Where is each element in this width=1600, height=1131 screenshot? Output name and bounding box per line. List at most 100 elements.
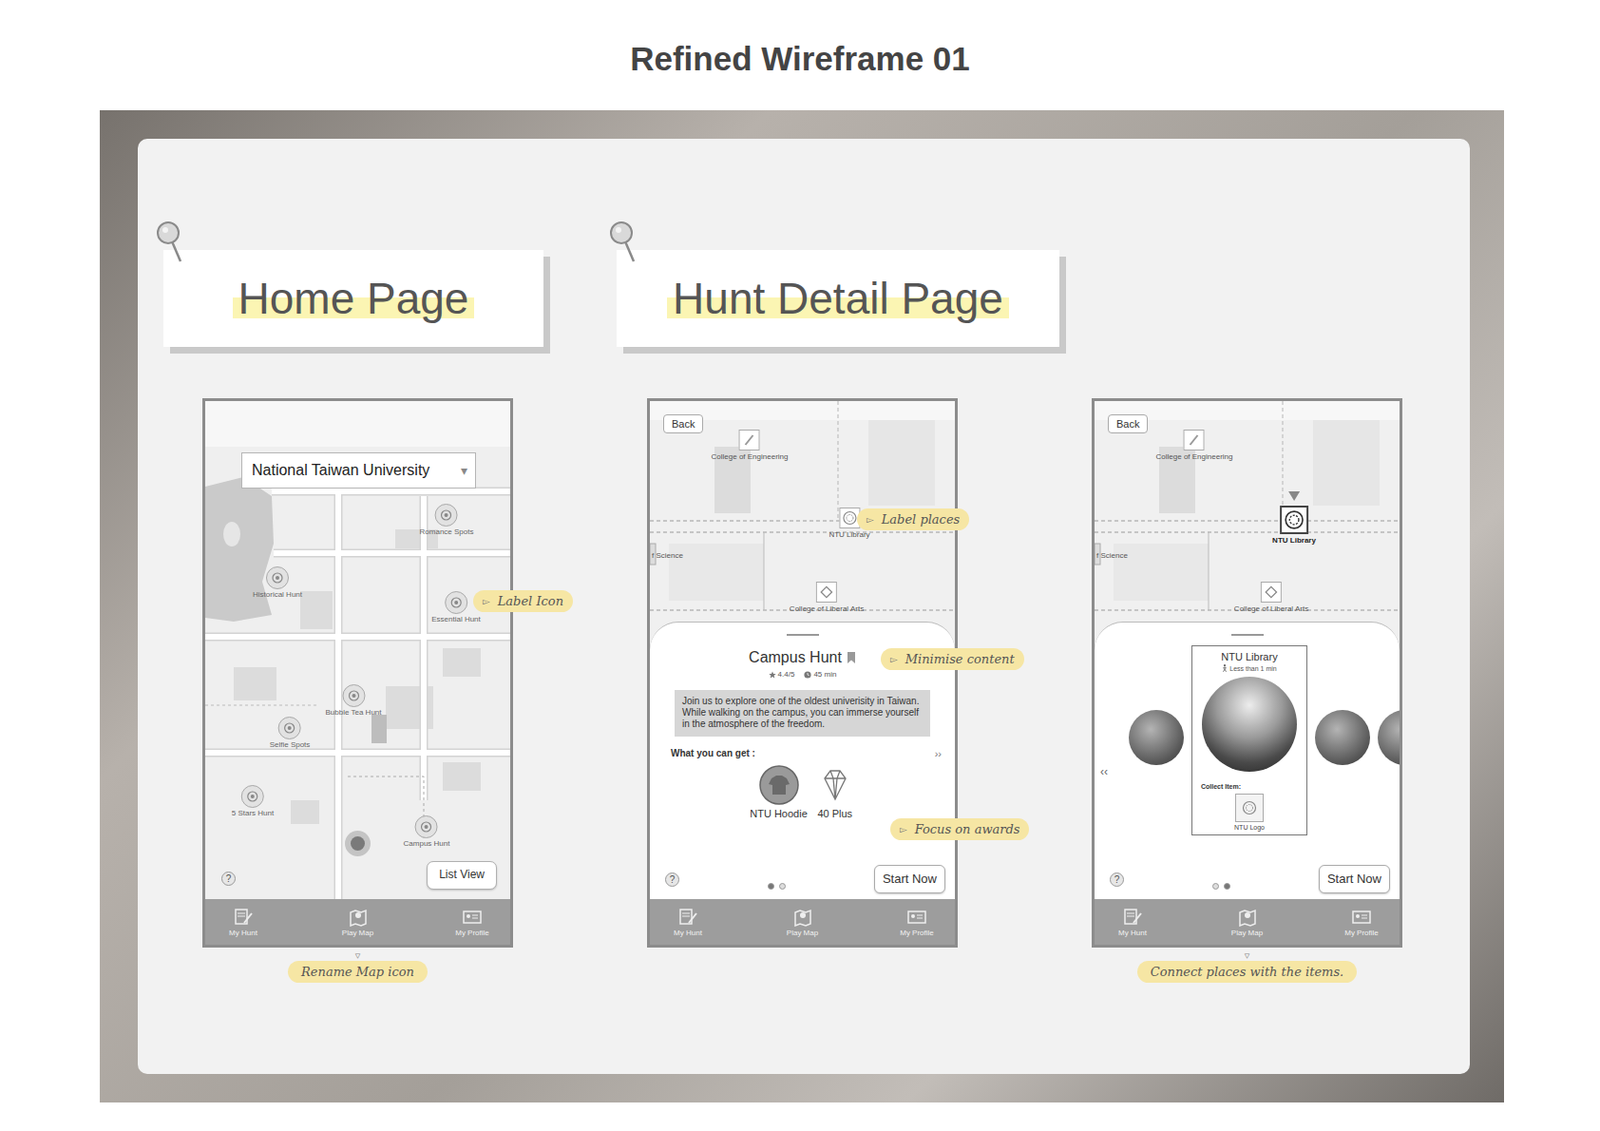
page-dot[interactable] [1212, 882, 1220, 890]
hunt-pin-icon [246, 789, 260, 803]
place-icon-box [816, 581, 838, 603]
user-location-dot [344, 830, 371, 857]
hunt-list-icon [677, 907, 699, 927]
sheet-handle[interactable] [786, 633, 820, 636]
pin-label: Campus Hunt [403, 838, 451, 848]
place-label: f Science [651, 551, 684, 560]
place-photo [1201, 676, 1297, 772]
hunt-pin[interactable]: Historical Hunt [252, 566, 303, 599]
page-dot[interactable] [1223, 882, 1231, 890]
tab-label: Play Map [786, 928, 819, 937]
tab-label: My Profile [1344, 928, 1379, 937]
map-icon [1237, 907, 1258, 927]
tab-item[interactable]: Play Map [329, 907, 387, 937]
location-dropdown[interactable]: National Taiwan University▾ [241, 452, 477, 489]
help-button[interactable]: ? [665, 872, 680, 887]
pin-label: Selfie Spots [269, 740, 311, 749]
tab-item[interactable]: My Hunt [214, 907, 272, 937]
page-dots [767, 869, 786, 890]
reward-label: NTU Hoodie [749, 807, 808, 820]
help-button[interactable]: ? [1109, 872, 1124, 887]
tab-label: My Profile [899, 928, 934, 937]
photo-background: Home PageHunt Detail Page National Taiwan… [99, 110, 1505, 1103]
list-view-button[interactable]: List View [426, 860, 497, 890]
pin-label: Romance Spots [419, 527, 475, 536]
annotation: ▻Label places [857, 508, 970, 531]
tab-item[interactable]: My Profile [888, 907, 946, 937]
previous-place[interactable]: ‹‹ [1100, 764, 1108, 779]
hunt-pin-icon [419, 819, 434, 834]
tab-item[interactable]: My Hunt [659, 907, 717, 937]
place-icon-box [1279, 505, 1309, 534]
tab-item[interactable]: Play Map [774, 907, 832, 937]
place-label: College of Liberal Arts [789, 604, 864, 613]
library-seal-icon [1283, 509, 1305, 531]
pin-label: Essential Hunt [431, 614, 481, 624]
place-photo[interactable] [1128, 709, 1184, 765]
annotation-arrow: ▻ [890, 653, 898, 665]
pin-circle [444, 590, 468, 614]
place-label: College of Liberal Arts [1234, 604, 1309, 613]
profile-icon [461, 907, 483, 927]
place-card[interactable]: NTU LibraryLess than 1 minCollect Item:N… [1191, 645, 1308, 836]
place-marker[interactable]: College of Engineering [711, 429, 789, 461]
hunt-pin[interactable]: Romance Spots [419, 503, 475, 536]
caption-label: Rename Map icon [287, 960, 428, 983]
hunt-pin[interactable]: 5 Stars Hunt [231, 784, 274, 818]
tab-item[interactable]: My Profile [443, 907, 501, 937]
collect-item [1235, 793, 1264, 822]
sheet-handle[interactable] [1231, 633, 1264, 636]
liberal-arts-icon [1263, 584, 1279, 600]
start-button[interactable]: Start Now [874, 864, 946, 894]
section-headers: Home PageHunt Detail Page [137, 249, 1470, 347]
hunt-pin-icon [449, 595, 463, 610]
back-button[interactable]: Back [663, 414, 704, 434]
hunt-pin[interactable]: Bubble Tea Hunt [324, 684, 381, 717]
reward-item: 40 Plus [815, 764, 856, 820]
map-icon [792, 907, 814, 927]
place-marker[interactable]: College of Engineering [1156, 429, 1234, 461]
item-label: NTU Logo [1234, 823, 1265, 831]
engineering-icon [742, 432, 758, 448]
place-marker[interactable]: NTU Library [1272, 490, 1316, 545]
place-icon-box [1183, 429, 1205, 451]
dropdown-arrow: ▾ [460, 462, 468, 478]
slide-title: Refined Wireframe 01 [0, 0, 1600, 111]
place-marker[interactable]: f Science [651, 549, 684, 560]
back-button[interactable]: Back [1107, 414, 1148, 434]
page-dot[interactable] [767, 882, 775, 890]
tab-item[interactable]: My Profile [1333, 907, 1391, 937]
annotation-arrow: ▻ [899, 823, 908, 835]
rewards-header: What you can get :›› [670, 747, 942, 760]
wireframe-row: National Taiwan University▾ Romance Spots… [137, 398, 1470, 983]
place-photo[interactable] [1314, 709, 1371, 765]
hunt-pin[interactable]: Selfie Spots [269, 716, 311, 749]
bookmark-icon[interactable] [846, 650, 857, 665]
place-screen: Back College of Engineering NTU Library f S… [1094, 400, 1400, 899]
place-marker[interactable]: f Science [1096, 549, 1128, 560]
tab-label: My Hunt [228, 928, 258, 937]
clock-icon [803, 670, 812, 679]
more-rewards[interactable]: ›› [934, 747, 942, 760]
hunt-list-icon [232, 907, 254, 927]
hunt-title: Campus Hunt [748, 648, 857, 667]
tab-item[interactable]: My Hunt [1104, 907, 1162, 937]
page-dot[interactable] [779, 882, 786, 890]
pushpin-icon [155, 219, 191, 269]
engineering-icon [1186, 432, 1202, 448]
place-marker[interactable]: College of Liberal Arts [789, 581, 864, 613]
place-carousel[interactable]: NTU LibraryLess than 1 minCollect Item:N… [1094, 645, 1400, 836]
annotation-arrow: ▻ [482, 595, 491, 607]
place-photo[interactable] [1377, 709, 1400, 765]
help-button[interactable]: ? [221, 871, 236, 886]
sheet-footer: ? Start Now [1109, 864, 1391, 894]
place-marker[interactable]: College of Liberal Arts [1234, 581, 1309, 613]
place-label: College of Engineering [1156, 452, 1234, 461]
section-card: Home Page [163, 249, 544, 347]
hunt-pin[interactable]: Campus Hunt [403, 815, 451, 848]
place-distance: Less than 1 min [1221, 664, 1277, 672]
place-icon-box [1260, 581, 1282, 603]
start-button[interactable]: Start Now [1318, 864, 1391, 894]
tab-item[interactable]: Play Map [1219, 907, 1277, 937]
caption-connector: ▿ [1244, 949, 1251, 961]
